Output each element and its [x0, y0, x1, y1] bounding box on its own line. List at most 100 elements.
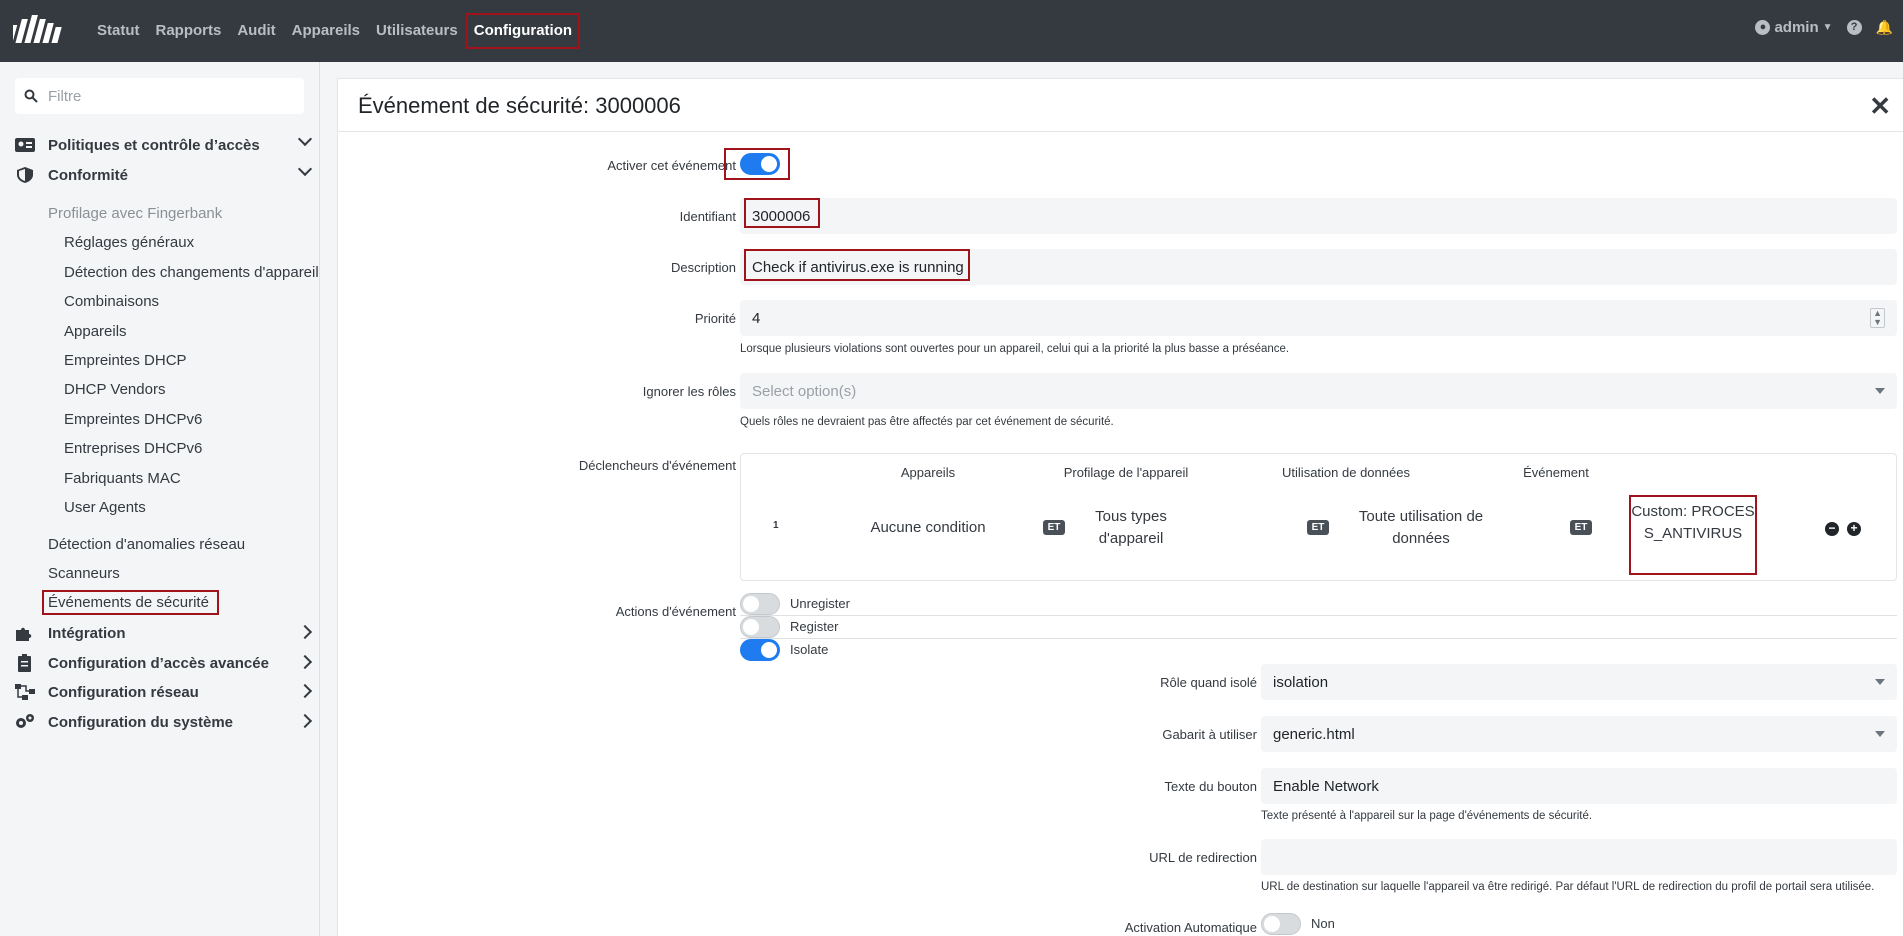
bell-icon[interactable]: 🔔 [1876, 19, 1893, 36]
network-icon [15, 684, 35, 700]
nav-audit[interactable]: Audit [229, 15, 283, 47]
ignore-roles-select[interactable]: Select option(s) [740, 373, 1897, 409]
id-label: Identifiant [679, 209, 736, 224]
ignore-roles-placeholder: Select option(s) [752, 382, 857, 400]
button-text-help: Texte présenté à l'appareil sur la page … [1261, 810, 1593, 822]
sidebar-section-advanced-access[interactable]: Configuration d’accès avancée [14, 654, 314, 672]
sidebar-item-security-events[interactable]: Événements de sécurité [42, 590, 219, 615]
divider [338, 131, 1903, 132]
stepper-icon[interactable]: ▲ ▼ [1870, 308, 1885, 328]
priority-field[interactable]: 4 ▲ ▼ [740, 300, 1897, 336]
id-card-icon [15, 138, 35, 152]
question-circle-icon[interactable]: ? [1846, 20, 1862, 35]
sidebar-item-device-change-detection[interactable]: Détection des changements d'appareil [64, 264, 319, 281]
sidebar-item-general-settings[interactable]: Réglages généraux [64, 234, 194, 251]
sidebar-section-integration[interactable]: Intégration [14, 624, 314, 642]
trigger-row-number: 1 [773, 520, 779, 531]
action-label: Isolate [790, 642, 829, 657]
register-toggle[interactable] [740, 616, 780, 638]
trigger-event[interactable]: Custom: PROCESS_ANTIVIRUS [1629, 495, 1757, 575]
puzzle-icon [16, 627, 32, 641]
user-menu[interactable]: ● admin ▼ [1755, 19, 1833, 36]
user-name: admin [1774, 19, 1819, 36]
caret-down-icon [1875, 679, 1885, 685]
caret-down-icon [1875, 388, 1885, 394]
page-title: Événement de sécurité: 3000006 [358, 93, 681, 118]
filter-input[interactable]: Filtre [15, 78, 304, 114]
description-highlight [744, 249, 970, 281]
sidebar-item-dhcp-vendors[interactable]: DHCP Vendors [64, 381, 165, 398]
chevron-right-icon [297, 713, 313, 729]
sidebar-section-policies[interactable]: Politiques et contrôle d’accès [14, 131, 314, 154]
redirect-help: URL de destination sur laquelle l'appare… [1261, 881, 1875, 893]
sidebar-section-system-config[interactable]: Configuration du système [14, 713, 314, 731]
sidebar-section-label: Configuration du système [48, 713, 234, 731]
close-icon[interactable]: ✕ [1869, 91, 1891, 122]
sidebar: Filtre Politiques et contrôle d’accès Co… [0, 62, 320, 936]
ignore-roles-help: Quels rôles ne devraient pas être affect… [740, 416, 1114, 428]
sidebar-item-fingerbank[interactable]: Profilage avec Fingerbank [48, 205, 222, 222]
nav-configuration[interactable]: Configuration [465, 13, 581, 49]
sidebar-section-label: Intégration [48, 624, 126, 642]
nav-devices[interactable]: Appareils [284, 15, 368, 47]
remove-trigger-icon[interactable]: − [1825, 522, 1839, 536]
redirect-field[interactable] [1261, 839, 1897, 875]
isolate-role-select[interactable]: isolation [1261, 664, 1897, 700]
button-text-value: Enable Network [1273, 777, 1379, 795]
description-label: Description [670, 260, 736, 275]
sidebar-section-compliance[interactable]: Conformité [14, 161, 314, 184]
nav-status[interactable]: Statut [89, 15, 148, 47]
sidebar-item-scanners[interactable]: Scanneurs [48, 565, 120, 582]
chevron-down-icon [297, 131, 313, 147]
add-trigger-icon[interactable]: + [1847, 522, 1861, 536]
and-badge: ET [1570, 520, 1592, 535]
action-register-row: Register [740, 616, 1897, 639]
action-unregister-row: Unregister [740, 593, 1897, 616]
auto-enable-label: Activation Automatique [1124, 920, 1257, 935]
top-navbar: Statut Rapports Audit Appareils Utilisat… [0, 0, 1903, 62]
button-text-field[interactable]: Enable Network [1261, 768, 1897, 804]
and-badge: ET [1307, 520, 1329, 535]
nav-users[interactable]: Utilisateurs [368, 15, 466, 47]
trigger-profiling[interactable]: Tous types d'appareil [1076, 506, 1186, 550]
sidebar-item-combinations[interactable]: Combinaisons [64, 293, 159, 310]
sidebar-item-dhcp-fingerprints[interactable]: Empreintes DHCP [64, 352, 187, 369]
nav-reports[interactable]: Rapports [148, 15, 230, 47]
sidebar-section-label: Configuration d’accès avancée [48, 654, 269, 672]
triggers-header-usage: Utilisation de données [1282, 465, 1410, 480]
search-icon [24, 89, 38, 103]
sidebar-item-dhcpv6-enterprises[interactable]: Entreprises DHCPv6 [64, 440, 202, 457]
id-highlight [744, 198, 820, 228]
packetfence-logo[interactable] [13, 11, 77, 51]
filter-placeholder: Filtre [48, 87, 82, 105]
button-text-label: Texte du bouton [1164, 779, 1257, 794]
sidebar-item-dhcpv6-fingerprints[interactable]: Empreintes DHCPv6 [64, 411, 202, 428]
id-field[interactable]: 3000006 [740, 198, 1897, 234]
auto-enable-toggle[interactable] [1261, 913, 1301, 935]
sidebar-item-network-anomaly[interactable]: Détection d'anomalies réseau [48, 536, 245, 553]
sidebar-section-label: Conformité [48, 166, 128, 184]
action-label: Unregister [790, 596, 850, 611]
chevron-down-icon: ▼ [1822, 22, 1833, 33]
enable-toggle[interactable] [740, 153, 780, 175]
sidebar-section-label: Configuration réseau [48, 683, 199, 701]
sidebar-section-label: Politiques et contrôle d’accès [48, 136, 260, 154]
sidebar-item-devices[interactable]: Appareils [64, 323, 127, 340]
template-label: Gabarit à utiliser [1162, 727, 1257, 742]
trigger-devices[interactable]: Aucune condition [853, 517, 1003, 539]
triggers-header-profiling: Profilage de l'appareil [1063, 465, 1189, 480]
trigger-usage[interactable]: Toute utilisation de données [1356, 506, 1486, 550]
gears-icon [16, 714, 34, 728]
redirect-label: URL de redirection [1149, 850, 1257, 865]
sidebar-item-mac-vendors[interactable]: Fabriquants MAC [64, 470, 181, 487]
sidebar-item-user-agents[interactable]: User Agents [64, 499, 146, 516]
unregister-toggle[interactable] [740, 593, 780, 615]
chevron-down-icon [297, 161, 313, 177]
isolate-role-label: Rôle quand isolé [1160, 675, 1257, 690]
isolate-toggle[interactable] [740, 639, 780, 661]
template-select[interactable]: generic.html [1261, 716, 1897, 752]
sidebar-section-network-config[interactable]: Configuration réseau [14, 683, 314, 701]
template-value: generic.html [1273, 725, 1355, 743]
triggers-header-event: Événement [1523, 465, 1589, 480]
shield-icon [17, 167, 33, 183]
